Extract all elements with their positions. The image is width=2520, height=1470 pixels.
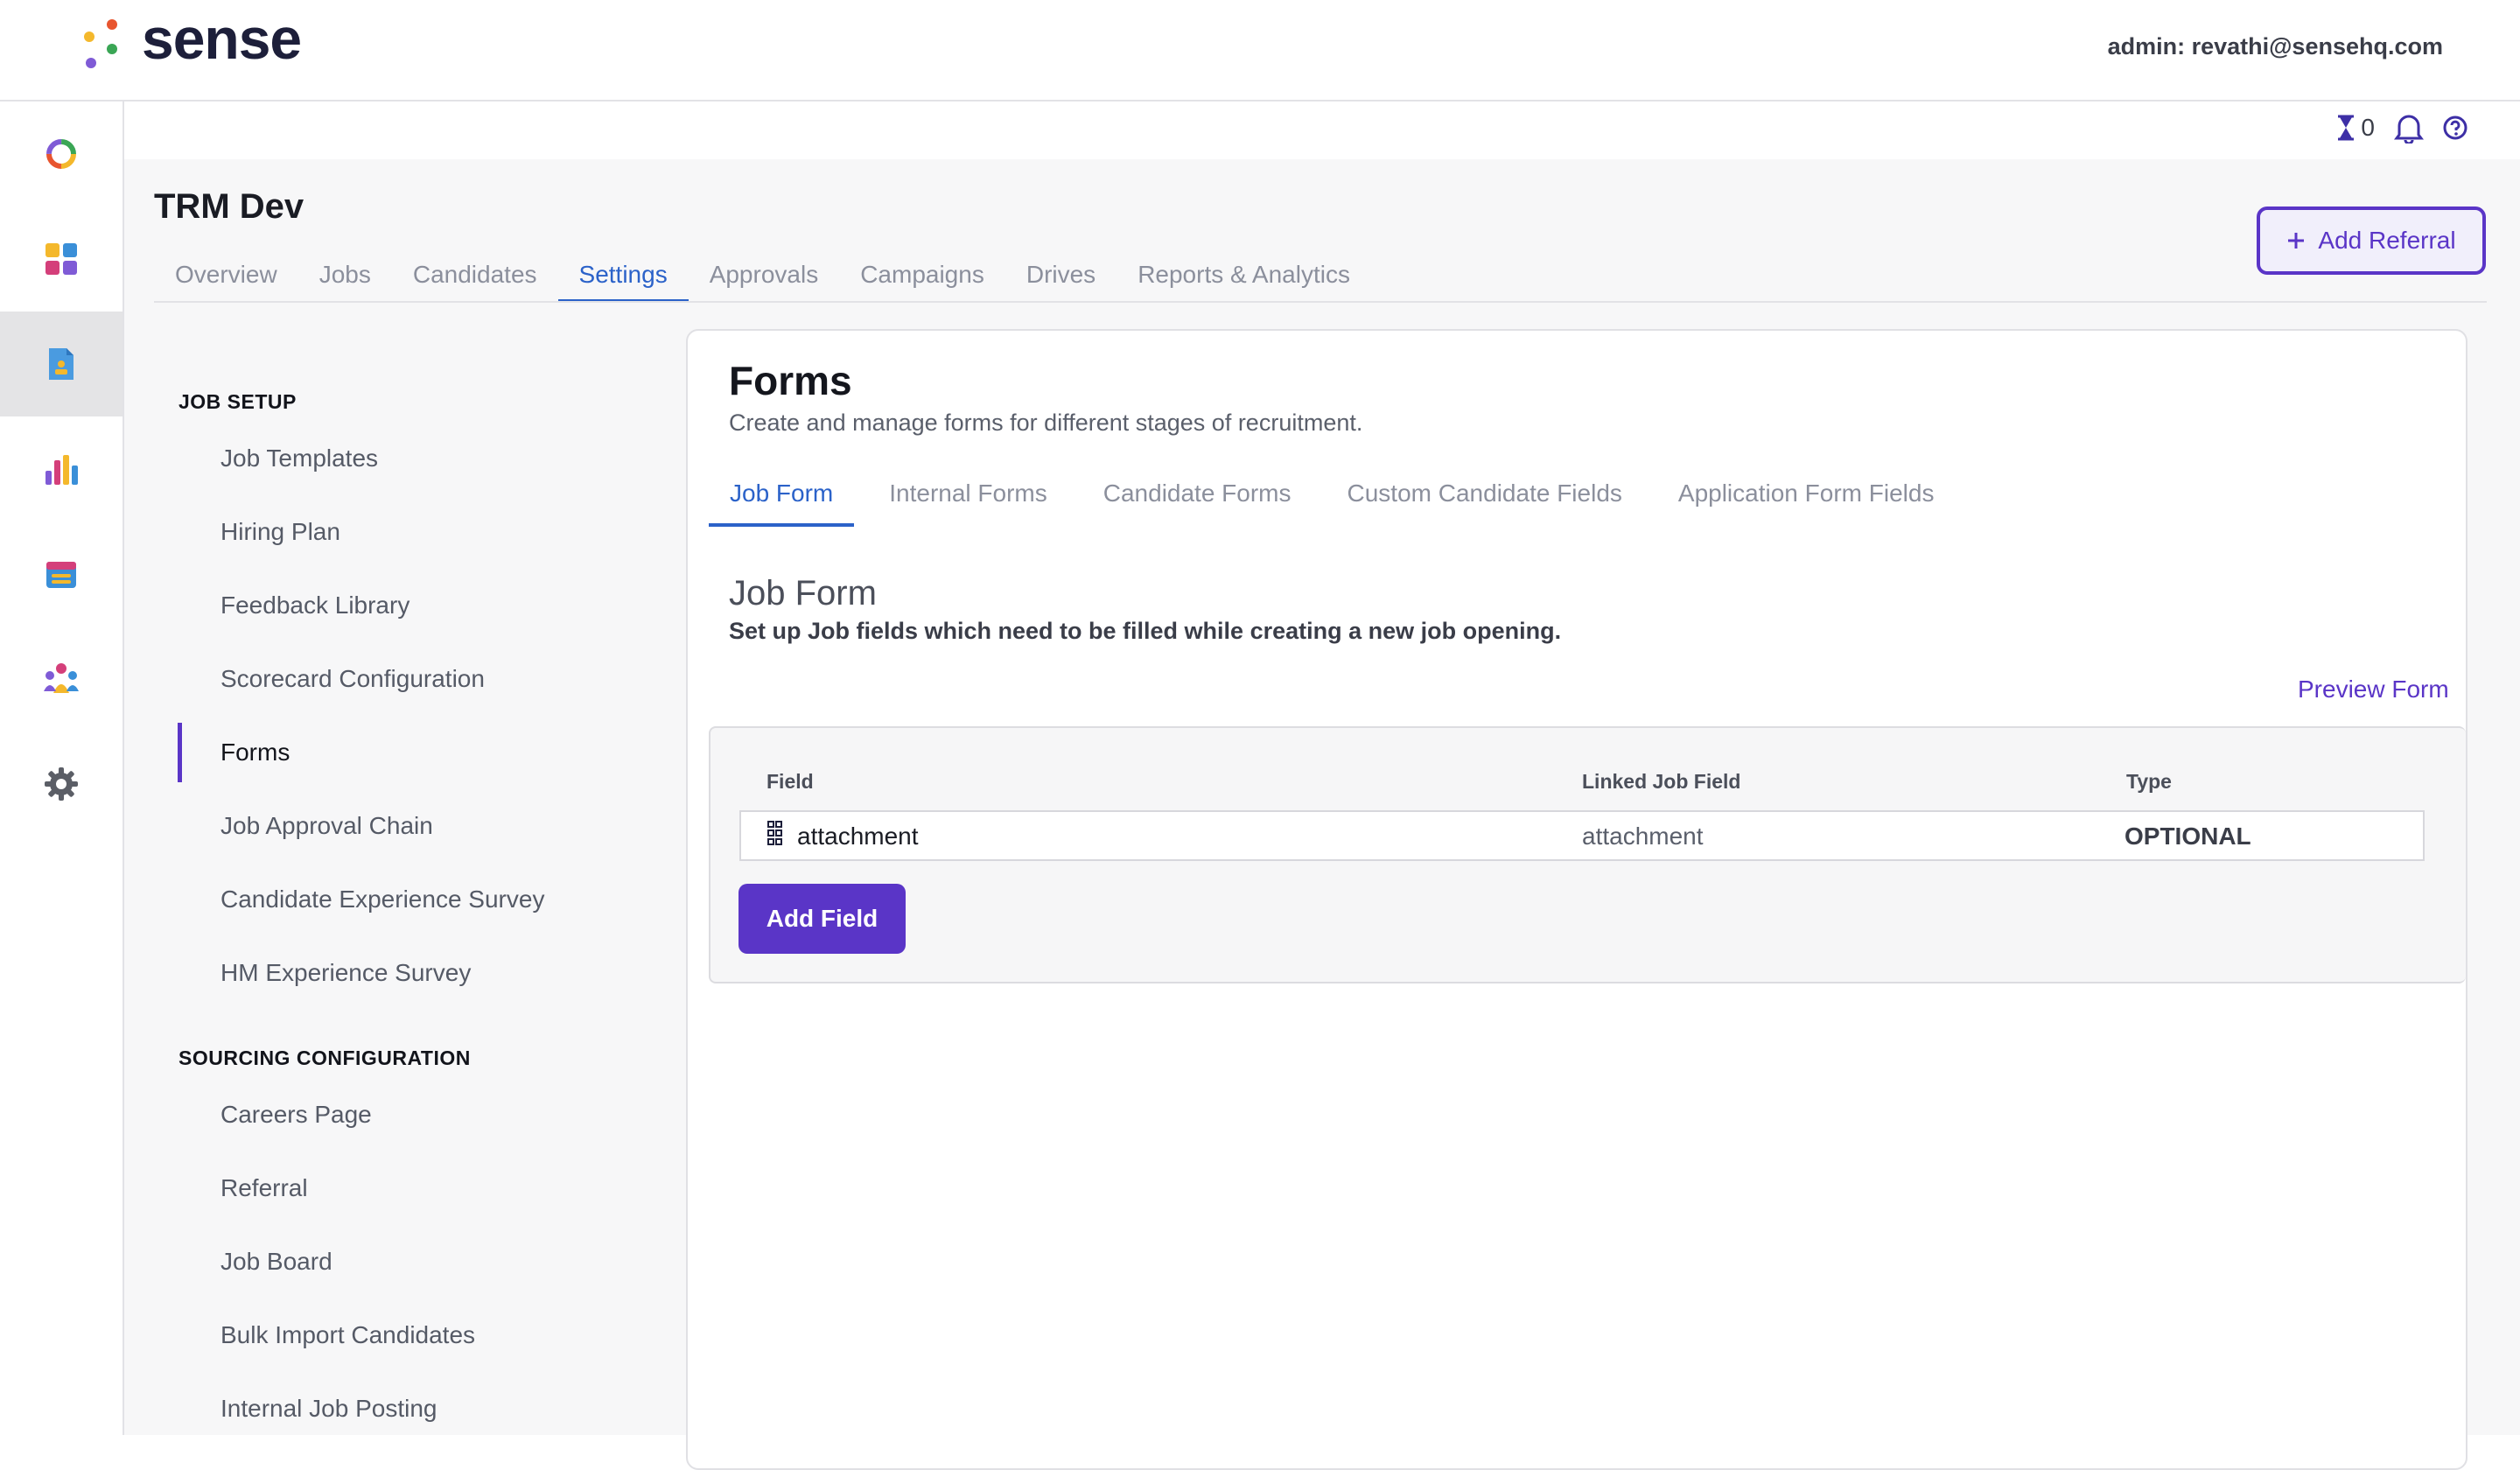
forms-tabs: Job Form Internal Forms Candidate Forms … — [709, 469, 1969, 527]
side-item-hiring-plan[interactable]: Hiring Plan — [220, 518, 340, 546]
job-form-subtitle: Set up Job fields which need to be fille… — [729, 618, 1562, 644]
side-item-scorecard-configuration[interactable]: Scorecard Configuration — [220, 665, 485, 693]
sense-logo-icon — [84, 19, 117, 68]
section-heading-job-setup: JOB SETUP — [178, 390, 297, 413]
timer-count: 0 — [2361, 114, 2375, 141]
utility-bar — [124, 102, 2520, 159]
tabs-divider — [154, 301, 2487, 303]
tab-overview[interactable]: Overview — [154, 254, 298, 303]
side-item-forms[interactable]: Forms — [220, 738, 290, 766]
add-referral-button[interactable]: Add Referral — [2257, 206, 2486, 275]
rail-item-analytics[interactable] — [0, 416, 122, 522]
job-form-title: Job Form — [729, 574, 877, 612]
tab-reports-analytics[interactable]: Reports & Analytics — [1116, 254, 1371, 303]
tab-job-form[interactable]: Job Form — [709, 469, 855, 527]
people-group-icon — [44, 663, 79, 693]
notification-bell-icon[interactable] — [2394, 112, 2424, 144]
side-item-bulk-import-candidates[interactable]: Bulk Import Candidates — [220, 1321, 475, 1349]
main-tabs: Overview Jobs Candidates Settings Approv… — [154, 254, 1371, 303]
bar-chart-icon — [46, 455, 78, 485]
type-cell: OPTIONAL — [2124, 822, 2251, 850]
job-document-icon — [49, 348, 74, 380]
column-header-linked-job-field: Linked Job Field — [1582, 770, 1741, 793]
tab-candidate-forms[interactable]: Candidate Forms — [1082, 469, 1312, 527]
dashboard-grid-icon — [46, 243, 77, 275]
side-item-candidate-experience-survey[interactable]: Candidate Experience Survey — [220, 886, 544, 914]
rail-item-calendar[interactable] — [0, 522, 122, 626]
side-item-internal-job-posting[interactable]: Internal Job Posting — [220, 1395, 438, 1423]
plus-icon — [2288, 233, 2305, 248]
drag-handle-icon[interactable] — [767, 821, 783, 847]
gear-icon — [45, 767, 78, 801]
column-header-type: Type — [2126, 770, 2172, 793]
tab-settings[interactable]: Settings — [557, 254, 689, 303]
linked-field-cell: attachment — [1582, 822, 1704, 850]
timer-counter[interactable]: 0 — [2336, 114, 2375, 142]
tab-drives[interactable]: Drives — [1005, 254, 1116, 303]
column-header-field: Field — [766, 770, 814, 793]
hourglass-icon — [2338, 115, 2355, 141]
logo-text[interactable]: sense — [142, 5, 302, 72]
field-name-cell: attachment — [797, 822, 919, 850]
add-referral-label: Add Referral — [2318, 227, 2456, 254]
rail-item-people[interactable] — [0, 626, 122, 732]
side-item-job-board[interactable]: Job Board — [220, 1248, 332, 1276]
tab-approvals[interactable]: Approvals — [689, 254, 840, 303]
side-item-feedback-library[interactable]: Feedback Library — [220, 592, 410, 620]
tab-campaigns[interactable]: Campaigns — [839, 254, 1005, 303]
forms-subtitle: Create and manage forms for different st… — [729, 410, 1363, 436]
page-title: TRM Dev — [154, 187, 304, 226]
tab-custom-candidate-fields[interactable]: Custom Candidate Fields — [1326, 469, 1643, 527]
side-item-hm-experience-survey[interactable]: HM Experience Survey — [220, 959, 471, 987]
tab-application-form-fields[interactable]: Application Form Fields — [1657, 469, 1956, 527]
active-item-indicator — [178, 723, 182, 782]
side-item-careers-page[interactable]: Careers Page — [220, 1101, 372, 1129]
side-item-referral[interactable]: Referral — [220, 1174, 308, 1202]
preview-form-link[interactable]: Preview Form — [2298, 676, 2449, 704]
utility-icons: 0 — [2336, 112, 2468, 144]
rail-item-settings[interactable] — [0, 732, 122, 836]
tab-internal-forms[interactable]: Internal Forms — [868, 469, 1068, 527]
admin-account[interactable]: admin: revathi@sensehq.com — [2108, 33, 2443, 60]
tab-jobs[interactable]: Jobs — [298, 254, 392, 303]
rail-item-home[interactable] — [0, 102, 122, 206]
ring-logo-icon — [46, 139, 76, 169]
side-item-job-approval-chain[interactable]: Job Approval Chain — [220, 812, 433, 840]
side-item-job-templates[interactable]: Job Templates — [220, 444, 378, 472]
add-field-button[interactable]: Add Field — [738, 884, 906, 954]
rail-item-jobs[interactable] — [0, 312, 122, 416]
tab-candidates[interactable]: Candidates — [392, 254, 558, 303]
help-icon[interactable] — [2443, 116, 2468, 140]
calendar-icon — [46, 562, 76, 588]
rail-item-dashboard[interactable] — [0, 206, 122, 312]
forms-title: Forms — [729, 358, 852, 403]
section-heading-sourcing-configuration: SOURCING CONFIGURATION — [178, 1046, 471, 1069]
